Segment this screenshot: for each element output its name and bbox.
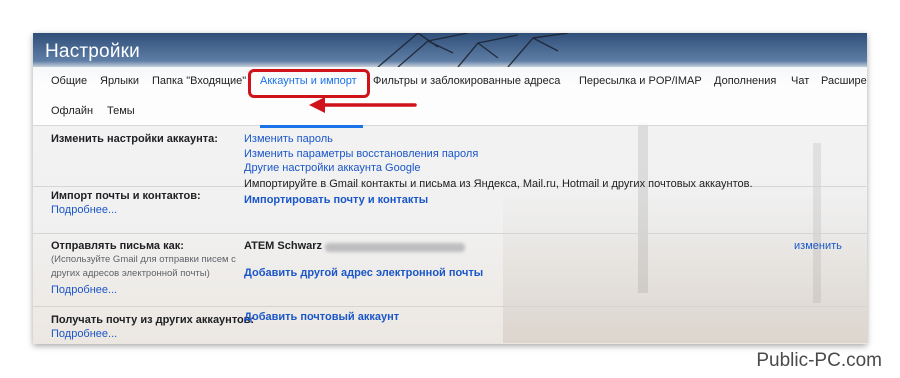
add-mail-account-link[interactable]: Добавить почтовый аккаунт — [244, 311, 399, 323]
tab-advanced[interactable]: Расшире — [821, 75, 867, 87]
send-as-note: (Используйте Gmail для отправки писем с … — [51, 254, 236, 279]
tab-filters[interactable]: Фильтры и заблокированные адреса — [373, 75, 560, 87]
change-recovery-link[interactable]: Изменить параметры восстановления пароля — [244, 148, 478, 160]
settings-content: Изменить настройки аккаунта: Изменить па… — [33, 126, 867, 344]
section-send-as: Отправлять письма как: (Используйте Gmai… — [33, 233, 867, 307]
tab-labels[interactable]: Ярлыки — [100, 75, 139, 87]
settings-tabs-row: Общие Ярлыки Папка "Входящие" Аккаунты и… — [33, 67, 867, 97]
learn-more-link[interactable]: Подробнее... — [51, 204, 117, 216]
import-mail-contacts-link[interactable]: Импортировать почту и контакты — [244, 194, 428, 206]
tab-offline[interactable]: Офлайн — [51, 105, 93, 117]
change-password-link[interactable]: Изменить пароль — [244, 133, 333, 145]
section-label: Отправлять письма как: — [51, 240, 184, 252]
section-label: Импорт почты и контактов: — [51, 190, 201, 202]
settings-tabs-row-2: Офлайн Темы — [33, 97, 867, 126]
sender-name: ATEM Schwarz — [244, 240, 323, 252]
watermark: Public-PC.com — [756, 350, 882, 371]
edit-sender-link[interactable]: изменить — [794, 240, 842, 252]
section-import: Импорт почты и контактов: Подробнее... И… — [33, 178, 867, 234]
tab-chat[interactable]: Чат — [791, 75, 809, 87]
tree-branches-decoration — [377, 33, 569, 67]
google-account-settings-link[interactable]: Другие настройки аккаунта Google — [244, 162, 421, 174]
section-label: Изменить настройки аккаунта: — [51, 133, 218, 145]
tab-addons[interactable]: Дополнения — [714, 75, 776, 87]
settings-window: Настройки Общие Ярлыки Папка "Входящие" … — [33, 33, 867, 344]
learn-more-link[interactable]: Подробнее... — [51, 328, 117, 340]
tab-general[interactable]: Общие — [51, 75, 87, 87]
tab-themes[interactable]: Темы — [107, 105, 135, 117]
blurred-email — [325, 243, 465, 252]
import-description: Импортируйте в Gmail контакты и письма и… — [244, 178, 753, 190]
annotation-arrow-icon — [309, 97, 417, 113]
section-label: Получать почту из других аккаунтов: — [51, 314, 255, 326]
settings-header: Настройки — [33, 33, 867, 67]
highlight-box — [248, 69, 370, 98]
page-title: Настройки — [45, 41, 140, 62]
learn-more-link[interactable]: Подробнее... — [51, 284, 117, 296]
tab-forwarding-pop-imap[interactable]: Пересылка и POP/IMAP — [579, 75, 702, 87]
tab-inbox[interactable]: Папка "Входящие" — [152, 75, 246, 87]
add-email-address-link[interactable]: Добавить другой адрес электронной почты — [244, 267, 483, 279]
section-check-mail: Получать почту из других аккаунтов: Подр… — [33, 306, 867, 344]
